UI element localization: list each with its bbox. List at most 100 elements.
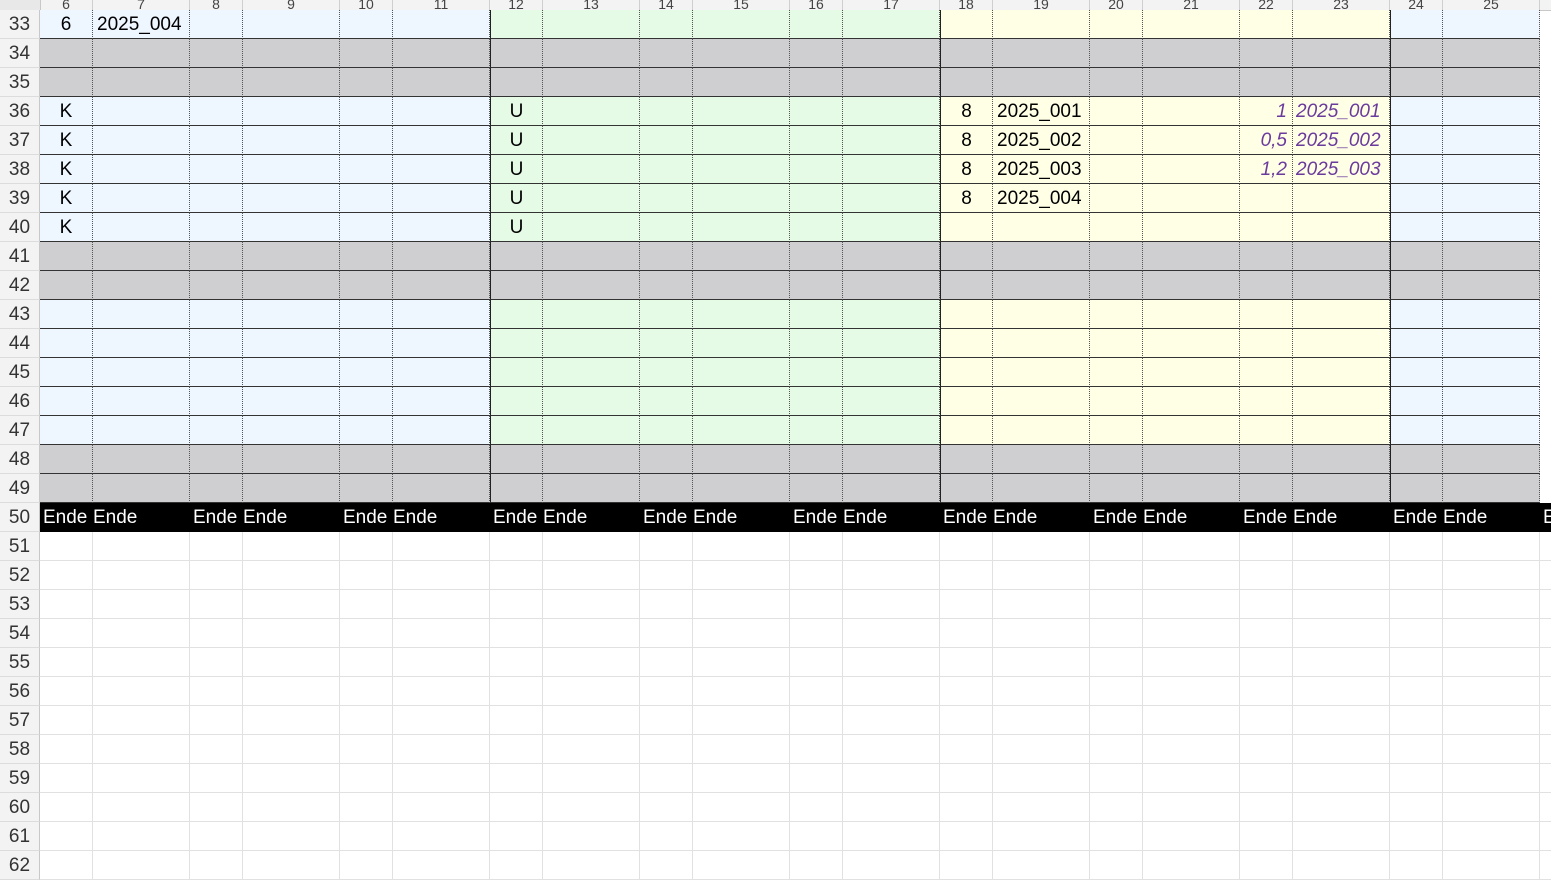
grid-cell[interactable] (790, 126, 843, 155)
grid-cell[interactable] (1240, 213, 1293, 242)
grid-cell[interactable] (790, 822, 843, 851)
grid-cell[interactable] (40, 648, 93, 677)
grid-cell[interactable] (190, 793, 243, 822)
grid-cell[interactable] (1293, 793, 1390, 822)
grid-cell[interactable] (993, 793, 1090, 822)
grid-cell[interactable] (693, 126, 790, 155)
column-header[interactable]: 16 (790, 0, 843, 10)
grid-cell[interactable] (940, 735, 993, 764)
grid-cell[interactable] (843, 10, 940, 39)
grid-cell[interactable] (40, 445, 93, 474)
grid-cell[interactable] (790, 619, 843, 648)
grid-cell[interactable] (543, 97, 640, 126)
grid-cell[interactable] (340, 851, 393, 880)
grid-cell[interactable] (190, 271, 243, 300)
grid-cell[interactable] (490, 822, 543, 851)
grid-cell[interactable] (1293, 329, 1390, 358)
grid-cell[interactable] (340, 242, 393, 271)
grid-cell[interactable] (993, 474, 1090, 503)
grid-cell[interactable]: 2025_002 (1293, 126, 1390, 155)
grid-cell[interactable] (93, 387, 190, 416)
grid-cell[interactable] (1443, 648, 1540, 677)
grid-cell[interactable] (190, 445, 243, 474)
grid-cell[interactable] (393, 329, 490, 358)
grid-cell[interactable] (93, 242, 190, 271)
grid-cell[interactable] (1390, 590, 1443, 619)
row-header[interactable]: 43 (0, 300, 40, 329)
grid-cell[interactable] (243, 851, 340, 880)
grid-cell[interactable] (993, 445, 1090, 474)
grid-cell[interactable] (340, 329, 393, 358)
end-marker-cell[interactable]: Ende (690, 503, 740, 532)
grid-cell[interactable] (993, 619, 1090, 648)
column-header[interactable]: 15 (693, 0, 790, 10)
row-header[interactable]: 57 (0, 706, 40, 735)
grid-cell[interactable] (393, 590, 490, 619)
grid-cell[interactable] (843, 68, 940, 97)
grid-cell[interactable] (1240, 10, 1293, 39)
grid-cell[interactable] (393, 648, 490, 677)
grid-cell[interactable] (693, 706, 790, 735)
grid-cell[interactable] (490, 242, 543, 271)
grid-cell[interactable] (1293, 764, 1390, 793)
grid-cell[interactable] (1293, 474, 1390, 503)
grid-cell[interactable] (993, 213, 1090, 242)
grid-cell[interactable] (843, 97, 940, 126)
grid-cell[interactable] (843, 474, 940, 503)
grid-cell[interactable] (190, 39, 243, 68)
grid-cell[interactable]: K (40, 213, 93, 242)
grid-cell[interactable] (1143, 271, 1240, 300)
grid-cell[interactable] (543, 242, 640, 271)
grid-cell[interactable] (1240, 590, 1293, 619)
grid-cell[interactable] (190, 561, 243, 590)
grid-cell[interactable] (1090, 213, 1143, 242)
end-marker-cell[interactable]: Ende (790, 503, 840, 532)
grid-cell[interactable] (1143, 532, 1240, 561)
column-header[interactable]: 6 (40, 0, 93, 10)
grid-cell[interactable] (340, 126, 393, 155)
grid-cell[interactable] (543, 619, 640, 648)
grid-cell[interactable] (1293, 184, 1390, 213)
grid-cell[interactable] (243, 358, 340, 387)
grid-cell[interactable] (940, 822, 993, 851)
grid-cell[interactable] (243, 619, 340, 648)
grid-cell[interactable] (693, 532, 790, 561)
grid-cell[interactable] (1143, 822, 1240, 851)
grid-cell[interactable] (1390, 851, 1443, 880)
grid-cell[interactable] (543, 561, 640, 590)
grid-cell[interactable] (40, 822, 93, 851)
grid-cell[interactable] (693, 184, 790, 213)
grid-cell[interactable] (340, 590, 393, 619)
grid-cell[interactable] (393, 39, 490, 68)
grid-cell[interactable] (1443, 155, 1540, 184)
grid-cell[interactable]: U (490, 126, 543, 155)
grid-cell[interactable] (1240, 358, 1293, 387)
grid-cell[interactable] (1443, 532, 1540, 561)
grid-cell[interactable] (640, 358, 693, 387)
grid-cell[interactable] (940, 474, 993, 503)
grid-cell[interactable] (693, 242, 790, 271)
end-marker-cell[interactable]: Ende (40, 503, 90, 532)
grid-cell[interactable] (543, 387, 640, 416)
grid-cell[interactable] (790, 358, 843, 387)
grid-cell[interactable] (1293, 213, 1390, 242)
grid-cell[interactable] (1540, 677, 1551, 706)
grid-cell[interactable]: 8 (940, 184, 993, 213)
grid-cell[interactable] (543, 213, 640, 242)
grid-cell[interactable] (1390, 126, 1443, 155)
grid-cell[interactable] (190, 155, 243, 184)
grid-cell[interactable] (1090, 619, 1143, 648)
grid-cell[interactable] (1240, 68, 1293, 97)
grid-cell[interactable] (640, 793, 693, 822)
grid-cell[interactable] (843, 300, 940, 329)
grid-cell[interactable] (190, 10, 243, 39)
grid-cell[interactable] (340, 213, 393, 242)
grid-cell[interactable] (993, 39, 1090, 68)
row-header[interactable]: 36 (0, 97, 40, 126)
grid-cell[interactable] (843, 329, 940, 358)
grid-cell[interactable] (993, 851, 1090, 880)
grid-cell[interactable] (1293, 68, 1390, 97)
grid-cell[interactable] (1143, 619, 1240, 648)
grid-cell[interactable] (1443, 300, 1540, 329)
grid-cell[interactable] (543, 271, 640, 300)
